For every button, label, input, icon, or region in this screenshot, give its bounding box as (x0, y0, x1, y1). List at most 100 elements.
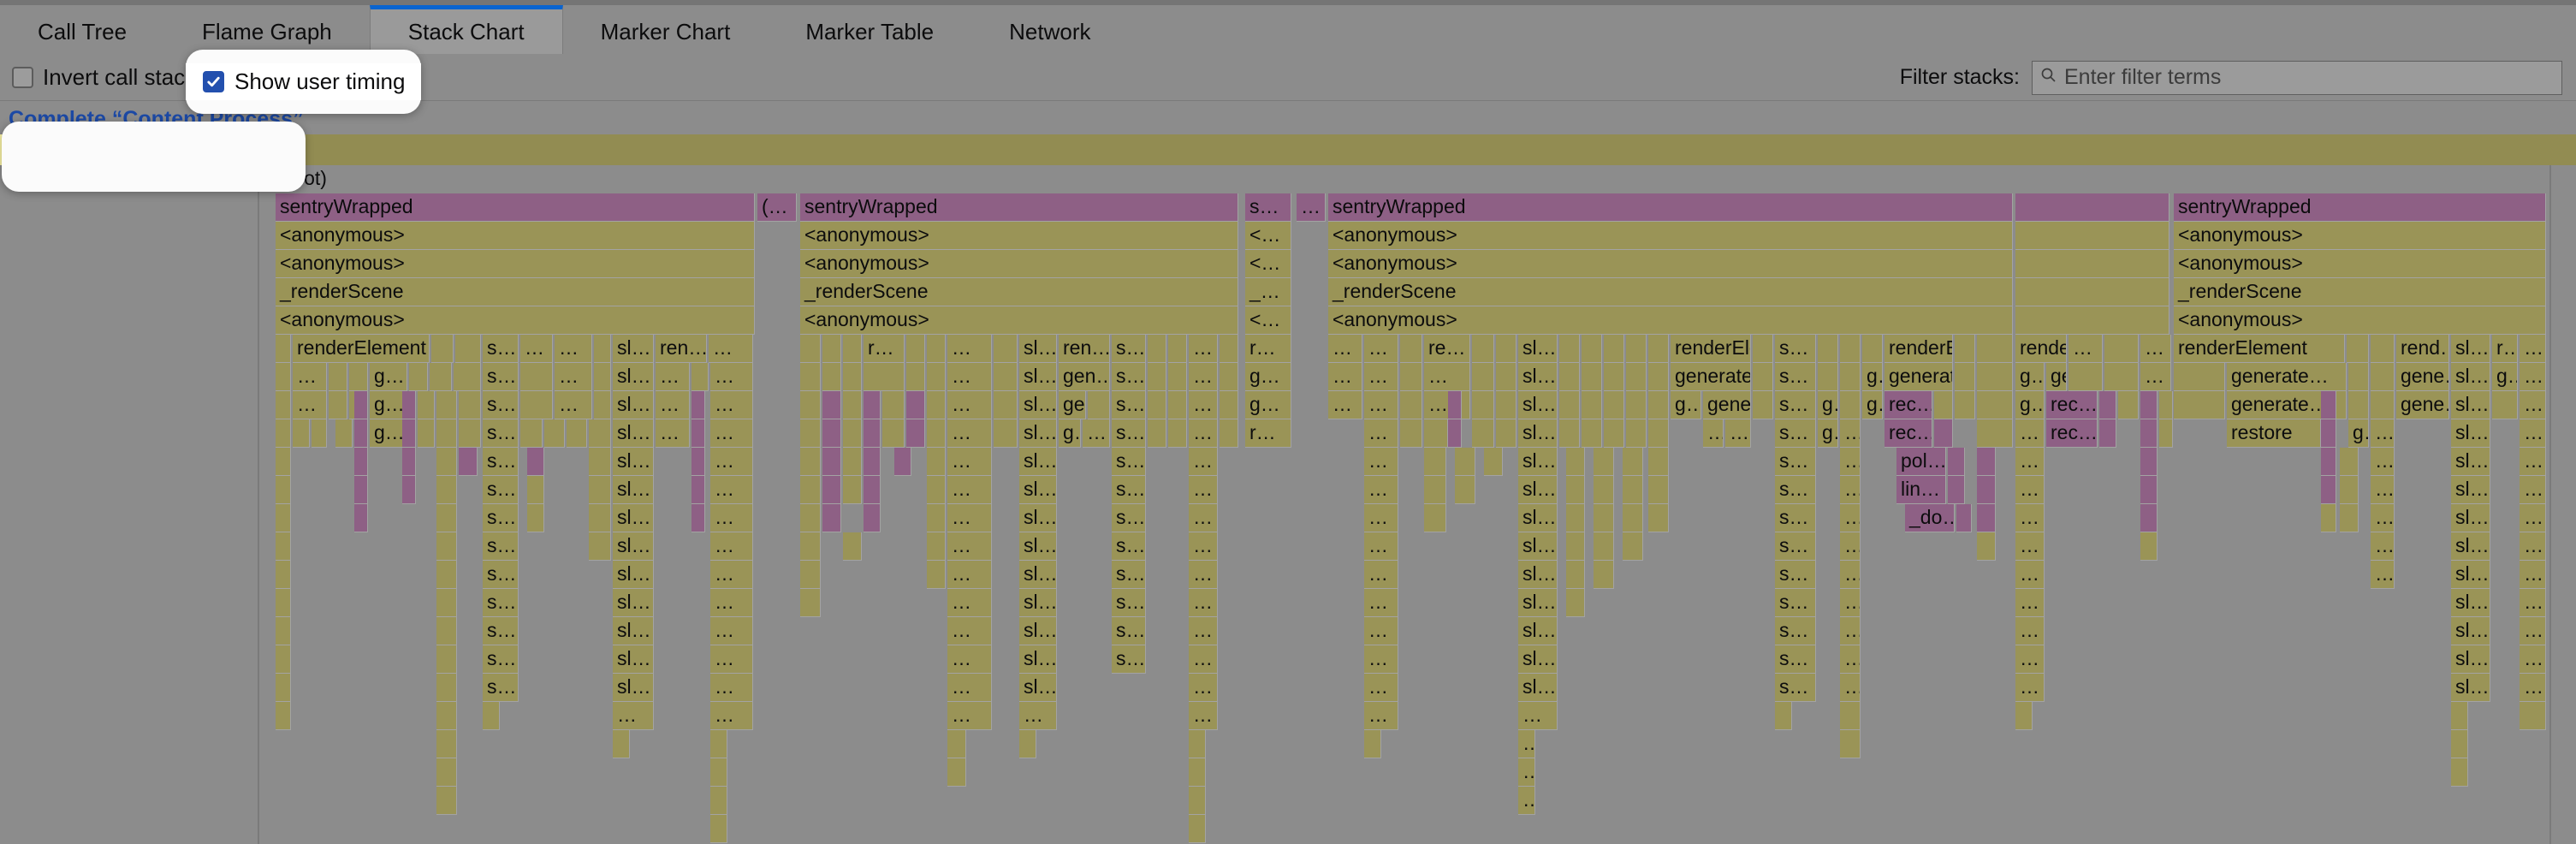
stack-frame[interactable]: … (2015, 561, 2045, 589)
stack-frame[interactable] (1955, 335, 1975, 363)
stack-frame[interactable]: … (710, 589, 753, 617)
stack-frame[interactable]: … (2140, 363, 2171, 391)
stack-frame[interactable] (2015, 306, 2169, 335)
stack-frame[interactable]: … (947, 617, 992, 645)
tab-network[interactable]: Network (971, 5, 1128, 54)
stack-frame[interactable]: generate… (2227, 363, 2347, 391)
stack-frame[interactable]: sl… (613, 645, 654, 674)
stack-frame[interactable]: … (947, 391, 992, 419)
stack-frame[interactable] (1818, 363, 1838, 391)
stack-frame[interactable] (527, 504, 544, 532)
stack-frame[interactable]: sl… (1518, 335, 1558, 363)
stack-frame[interactable] (822, 448, 841, 476)
stack-frame[interactable]: g… (2348, 419, 2369, 448)
stack-frame[interactable]: g… (1671, 391, 1701, 419)
stack-frame[interactable]: sl… (2451, 476, 2490, 504)
stack-frame[interactable]: <anonymous> (1328, 306, 2013, 335)
stack-frame[interactable]: _renderScene (2174, 278, 2546, 306)
stack-frame[interactable]: … (710, 645, 753, 674)
stack-frame[interactable] (800, 363, 821, 391)
stack-frame[interactable] (822, 476, 841, 504)
stack-frame[interactable]: sl… (1518, 532, 1558, 561)
stack-frame[interactable]: s… (1112, 448, 1146, 476)
stack-frame[interactable]: s… (1112, 335, 1146, 363)
stack-frame[interactable]: … (2520, 419, 2546, 448)
stack-frame[interactable]: … (1840, 589, 1861, 617)
stack-frame[interactable]: … (710, 561, 753, 589)
stack-frame[interactable] (2099, 419, 2116, 448)
stack-frame[interactable]: (root) (276, 165, 2546, 193)
stack-frame[interactable]: s… (1775, 589, 1816, 617)
stack-frame[interactable]: sl… (2451, 448, 2490, 476)
stack-frame[interactable] (2451, 730, 2468, 758)
stack-frame[interactable]: generateEle… (1703, 391, 1751, 419)
stack-frame[interactable] (436, 504, 457, 532)
stack-frame[interactable] (2118, 391, 2139, 419)
tab-marker-chart[interactable]: Marker Chart (563, 5, 769, 54)
stack-frame[interactable] (418, 419, 435, 448)
stack-frame[interactable]: … (1840, 419, 1861, 448)
stack-frame[interactable] (2099, 391, 2116, 419)
stack-frame[interactable] (927, 532, 946, 561)
stack-frame[interactable] (1400, 419, 1422, 448)
stack-frame[interactable]: … (1364, 448, 1398, 476)
stack-frame[interactable] (436, 787, 457, 815)
stack-frame[interactable] (589, 504, 611, 532)
stack-frame[interactable]: rec… (2046, 391, 2098, 419)
stack-frame[interactable] (927, 391, 946, 419)
stack-frame[interactable]: g… (2015, 391, 2045, 419)
stack-frame[interactable] (1582, 335, 1602, 363)
stack-frame[interactable]: … (1364, 645, 1398, 674)
vertical-scrollbar[interactable] (2549, 165, 2551, 844)
stack-frame[interactable]: s… (1775, 617, 1816, 645)
stack-frame[interactable] (1168, 419, 1187, 448)
stack-frame[interactable] (2015, 250, 2169, 278)
stack-frame[interactable]: … (947, 674, 992, 702)
stack-frame[interactable]: … (2015, 674, 2045, 702)
stack-frame[interactable] (2015, 278, 2169, 306)
stack-frame[interactable] (1496, 419, 1517, 448)
stack-frame[interactable]: … (1364, 504, 1398, 532)
stack-frame[interactable]: … (293, 391, 327, 419)
stack-frame[interactable] (1977, 532, 1996, 561)
stack-frame[interactable]: … (1189, 532, 1218, 561)
stack-frame[interactable]: … (1840, 448, 1861, 476)
stack-frame[interactable] (864, 363, 905, 391)
stack-frame[interactable]: s… (483, 448, 519, 476)
stack-frame[interactable] (1626, 391, 1647, 419)
stack-frame[interactable]: … (710, 448, 753, 476)
stack-frame[interactable] (1594, 476, 1614, 504)
stack-frame[interactable]: g… (1245, 363, 1291, 391)
stack-frame[interactable]: … (2015, 589, 2045, 617)
stack-frame[interactable]: … (1840, 617, 1861, 645)
stack-frame[interactable] (1594, 504, 1614, 532)
stack-frame[interactable]: g… (1818, 391, 1838, 419)
stack-frame[interactable]: sl… (613, 476, 654, 504)
stack-frame[interactable]: s… (1112, 504, 1146, 532)
stack-frame[interactable] (947, 758, 966, 787)
stack-frame[interactable] (1455, 448, 1475, 476)
stack-frame[interactable] (589, 448, 611, 476)
stack-frame[interactable] (2104, 363, 2139, 391)
stack-frame[interactable]: r… (864, 335, 905, 363)
stack-frame[interactable]: s… (483, 419, 519, 448)
stack-frame[interactable] (2492, 391, 2518, 419)
stack-frame[interactable] (483, 702, 500, 730)
stack-frame[interactable] (402, 448, 416, 476)
stack-frame[interactable] (402, 419, 416, 448)
stack-frame[interactable] (2348, 391, 2369, 419)
stack-frame[interactable]: sl… (1019, 617, 1057, 645)
stack-frame[interactable] (594, 335, 611, 363)
stack-frame[interactable] (293, 419, 310, 448)
stack-frame[interactable] (1566, 561, 1585, 589)
stack-frame[interactable]: re… (1424, 335, 1470, 363)
stack-frame[interactable] (459, 419, 481, 448)
stack-frame[interactable] (436, 589, 457, 617)
stack-frame[interactable] (409, 363, 428, 391)
stack-frame[interactable] (710, 787, 727, 815)
stack-frame[interactable] (927, 504, 946, 532)
stack-frame[interactable]: … (2015, 617, 2045, 645)
stack-frame[interactable]: … (2520, 674, 2546, 702)
stack-frame[interactable] (2140, 448, 2158, 476)
stack-frame[interactable]: lin… (1896, 476, 1946, 504)
